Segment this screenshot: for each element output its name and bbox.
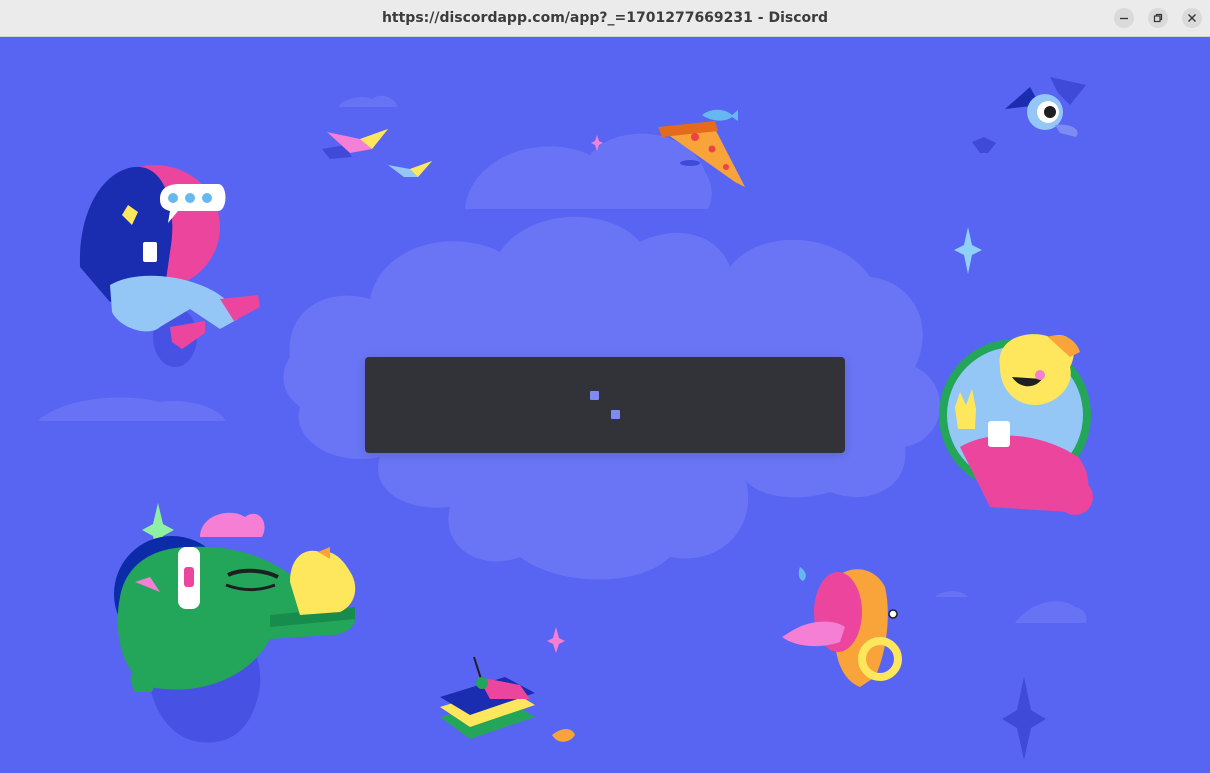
flying-books-illustration: [322, 129, 432, 177]
yellow-character-portal-illustration: [939, 334, 1093, 515]
crocodile-headphones-illustration: [114, 512, 356, 743]
spinner-square-2: [611, 410, 620, 419]
close-icon: [1188, 14, 1196, 22]
window-titlebar: https://discordapp.com/app?_=17012776692…: [0, 0, 1210, 37]
close-button[interactable]: [1182, 8, 1202, 28]
app-loading-screen: [0, 37, 1210, 773]
gramophone-horn-illustration: [782, 567, 902, 687]
spinner-square-1: [590, 391, 599, 400]
window-title: https://discordapp.com/app?_=17012776692…: [381, 10, 829, 26]
minimize-icon: [1120, 17, 1128, 20]
minimize-button[interactable]: [1114, 8, 1134, 28]
hooded-character-illustration: [79, 165, 260, 367]
sandwich-antenna-illustration: [440, 656, 575, 742]
loading-card: [365, 357, 845, 453]
bat-eyeball-illustration: [972, 77, 1086, 153]
restore-button[interactable]: [1148, 8, 1168, 28]
restore-icon: [1153, 13, 1163, 23]
